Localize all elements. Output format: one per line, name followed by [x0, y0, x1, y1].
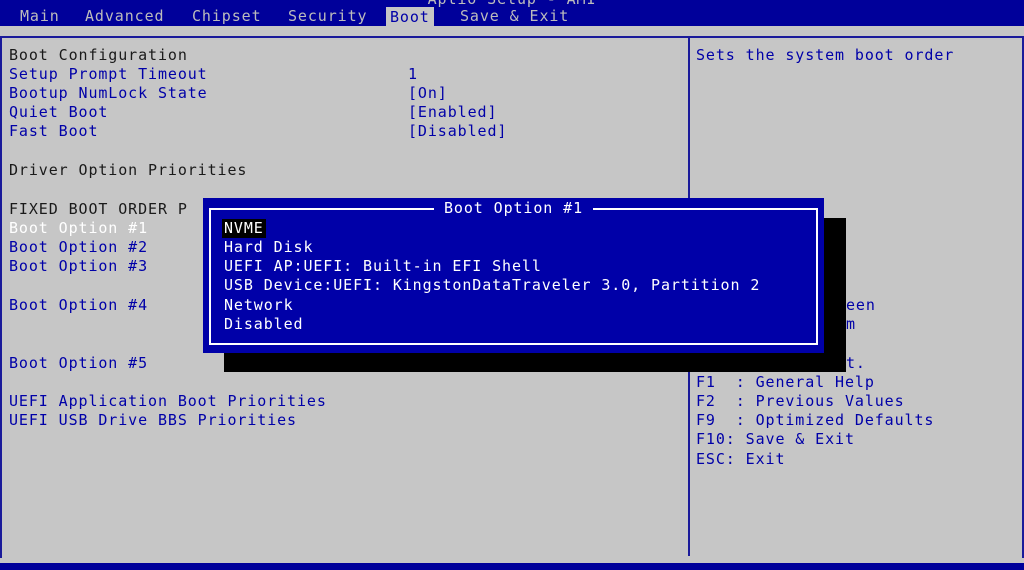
tab-main[interactable]: Main: [20, 6, 60, 26]
help-key-f2: F2 : Previous Values: [696, 392, 905, 410]
tab-boot[interactable]: Boot: [386, 7, 434, 27]
bottom-bar: [0, 563, 1024, 570]
boot-option-4-label[interactable]: Boot Option #4: [9, 296, 148, 315]
top-menu-bar: Aptio Setup - AMI Main Advanced Chipset …: [0, 0, 1024, 27]
quiet-boot-label[interactable]: Quiet Boot: [9, 103, 108, 122]
section-driver-option-priorities: Driver Option Priorities: [9, 161, 248, 179]
boot-option-popup: Boot Option #1 NVME Hard Disk UEFI AP:UE…: [203, 198, 824, 353]
tab-security[interactable]: Security: [288, 6, 367, 26]
popup-item-network[interactable]: Network: [224, 296, 294, 315]
uefi-usb-drive-bbs-priorities[interactable]: UEFI USB Drive BBS Priorities: [9, 411, 297, 430]
popup-title: Boot Option #1: [203, 199, 824, 218]
help-description: Sets the system boot order: [696, 46, 955, 64]
popup-item-disabled[interactable]: Disabled: [224, 315, 303, 334]
section-fixed-boot-order: FIXED BOOT ORDER P: [9, 200, 188, 218]
tab-advanced[interactable]: Advanced: [85, 6, 164, 26]
help-key-f1: F1 : General Help: [696, 373, 875, 391]
boot-option-5-label[interactable]: Boot Option #5: [9, 354, 148, 373]
setup-prompt-timeout-value[interactable]: 1: [408, 65, 418, 84]
popup-item-uefi-shell[interactable]: UEFI AP:UEFI: Built-in EFI Shell: [224, 257, 542, 276]
boot-option-1-label[interactable]: Boot Option #1: [9, 219, 148, 238]
help-key-f9: F9 : Optimized Defaults: [696, 411, 935, 429]
boot-option-3-label[interactable]: Boot Option #3: [9, 257, 148, 276]
boot-option-2-label[interactable]: Boot Option #2: [9, 238, 148, 257]
help-key-esc: ESC: Exit: [696, 450, 786, 468]
uefi-application-boot-priorities[interactable]: UEFI Application Boot Priorities: [9, 392, 327, 411]
numlock-state-value[interactable]: [On]: [408, 84, 448, 103]
tab-chipset[interactable]: Chipset: [192, 6, 262, 26]
popup-item-hard-disk[interactable]: Hard Disk: [224, 238, 313, 257]
fast-boot-label[interactable]: Fast Boot: [9, 122, 98, 141]
help-partial-text: t.: [846, 354, 866, 372]
popup-item-usb-device[interactable]: USB Device:UEFI: KingstonDataTraveler 3.…: [224, 276, 760, 295]
help-partial-text: een: [846, 296, 876, 314]
section-boot-configuration: Boot Configuration: [9, 46, 188, 64]
fast-boot-value[interactable]: [Disabled]: [408, 122, 507, 141]
help-key-f10: F10: Save & Exit: [696, 430, 855, 448]
help-partial-text: m: [846, 315, 856, 333]
tab-save-exit[interactable]: Save & Exit: [460, 6, 569, 26]
quiet-boot-value[interactable]: [Enabled]: [408, 103, 497, 122]
setup-prompt-timeout-label[interactable]: Setup Prompt Timeout: [9, 65, 208, 84]
numlock-state-label[interactable]: Bootup NumLock State: [9, 84, 208, 103]
popup-item-nvme[interactable]: NVME: [222, 219, 266, 238]
